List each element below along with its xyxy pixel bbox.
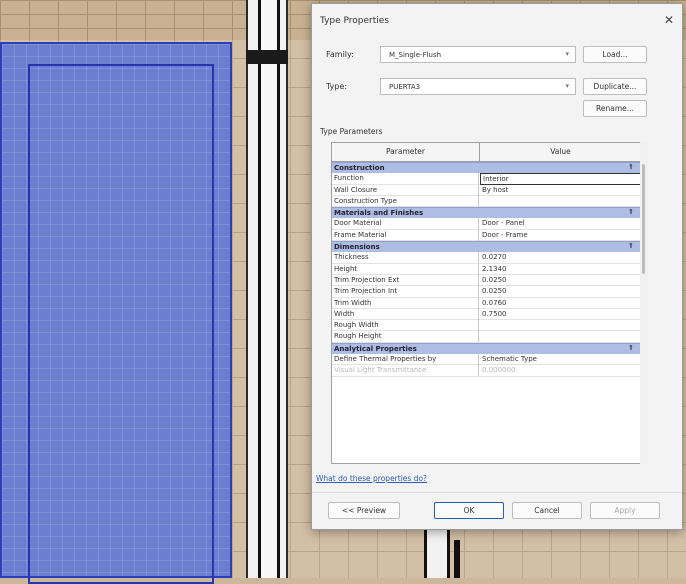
collapse-toggle-icon[interactable]: ⇑ (628, 241, 634, 252)
parameter-row: Trim Projection Int 0.0250 (332, 286, 640, 298)
parameter-name: Thickness (332, 252, 479, 264)
parameter-value-field[interactable]: 2.1340 (480, 264, 640, 275)
parameter-row: Trim Projection Ext 0.0250 (332, 274, 640, 287)
type-label: Type: (326, 82, 348, 91)
group-header[interactable]: Dimensions ⇑ (332, 241, 640, 253)
parameter-row: Frame Material Door - Frame (332, 229, 640, 242)
ok-button[interactable]: OK (434, 502, 504, 519)
parameter-value-field[interactable]: Schematic Type (480, 354, 640, 365)
selected-region-inner-outline (28, 64, 214, 584)
group-header[interactable]: Construction ⇑ (332, 162, 640, 174)
parameter-value-field[interactable]: 0.7500 (480, 309, 640, 320)
parameter-value-field[interactable] (480, 320, 640, 331)
parameter-row: Visual Light Transmittance 0.000000 (332, 365, 640, 377)
parameter-name: Frame Material (332, 229, 479, 241)
type-select[interactable]: PUERTA3 ▾ (380, 78, 576, 95)
parameter-row: Trim Width 0.0760 (332, 297, 640, 309)
wall-element[interactable] (246, 0, 288, 578)
family-label: Family: (326, 50, 354, 59)
parameter-name: Width (332, 308, 479, 320)
parameter-row: Rough Width (332, 320, 640, 332)
footer-divider (312, 492, 682, 493)
parameter-name: Door Material (332, 218, 479, 230)
parameter-value-field[interactable]: 0.0250 (480, 275, 640, 286)
dialog-titlebar[interactable]: Type Properties ✕ (312, 4, 682, 34)
apply-button[interactable]: Apply (590, 502, 660, 519)
parameter-name: Wall Closure (332, 184, 479, 196)
parameter-value-field[interactable]: Door - Panel (480, 218, 640, 229)
door-jamb (454, 540, 460, 578)
door-element[interactable] (424, 530, 450, 578)
parameter-name: Trim Width (332, 297, 479, 309)
parameter-value-field[interactable]: Interior (480, 173, 640, 186)
parameter-row: Thickness 0.0270 (332, 252, 640, 264)
parameter-value-field[interactable]: By host (480, 185, 640, 196)
parameter-row: Width 0.7500 (332, 308, 640, 321)
parameter-value-field[interactable]: 0.000000 (480, 365, 640, 376)
column-header-parameter[interactable]: Parameter (332, 143, 480, 161)
collapse-toggle-icon[interactable]: ⇑ (628, 162, 634, 173)
parameter-row: Construction Type (332, 195, 640, 208)
family-select[interactable]: M_Single-Flush ▾ (380, 46, 576, 63)
parameter-value-field[interactable]: 0.0270 (480, 252, 640, 263)
parameter-value-field[interactable]: Door - Frame (480, 230, 640, 241)
parameter-row: Rough Height (332, 331, 640, 343)
parameter-value-field[interactable]: 0.0760 (480, 298, 640, 309)
parameter-name: Define Thermal Properties by (332, 354, 479, 366)
family-select-value: M_Single-Flush (389, 51, 442, 59)
parameter-value-field[interactable] (480, 331, 640, 342)
parameter-name: Rough Width (332, 320, 479, 332)
column-header-value[interactable]: Value (480, 143, 640, 161)
parameter-name: Rough Height (332, 331, 479, 343)
parameter-row: Define Thermal Properties by Schematic Ty… (332, 354, 640, 366)
grid-header: Parameter Value (332, 143, 640, 162)
group-header[interactable]: Analytical Properties ⇑ (332, 342, 640, 355)
parameter-row: Wall Closure By host (332, 184, 640, 196)
type-select-value: PUERTA3 (389, 83, 421, 91)
cancel-button[interactable]: Cancel (512, 502, 582, 519)
parameter-row: Height 2.1340 (332, 263, 640, 275)
scrollbar-thumb[interactable] (642, 164, 645, 274)
type-parameters-grid: Parameter Value Construction ⇑ Function Int… (331, 142, 641, 464)
grid-scrollbar[interactable] (640, 142, 648, 464)
rename-button[interactable]: Rename... (583, 100, 647, 117)
parameter-name: Construction Type (332, 195, 479, 207)
selected-floor-region[interactable] (0, 42, 232, 584)
wall-core (258, 0, 280, 578)
parameter-name: Visual Light Transmittance (332, 365, 479, 377)
group-header[interactable]: Materials and Finishes ⇑ (332, 207, 640, 219)
type-properties-dialog: Type Properties ✕ Family: M_Single-Flush… (311, 3, 683, 530)
parameter-name: Trim Projection Ext (332, 274, 479, 286)
parameter-value-field[interactable] (480, 196, 640, 207)
chevron-down-icon: ▾ (565, 82, 569, 90)
parameter-row: Door Material Door - Panel (332, 218, 640, 230)
parameter-value-field[interactable]: 0.0250 (480, 286, 640, 297)
preview-button[interactable]: << Preview (328, 502, 400, 519)
parameter-name: Height (332, 263, 479, 275)
collapse-toggle-icon[interactable]: ⇑ (628, 343, 634, 354)
dialog-title: Type Properties (320, 16, 390, 26)
parameter-name: Trim Projection Int (332, 286, 479, 298)
close-icon[interactable]: ✕ (664, 13, 674, 27)
parameter-row: Function Interior (332, 173, 640, 186)
wall-cap (246, 50, 288, 64)
duplicate-button[interactable]: Duplicate... (583, 78, 647, 95)
help-link[interactable]: What do these properties do? (316, 474, 427, 483)
collapse-toggle-icon[interactable]: ⇑ (628, 207, 634, 218)
type-parameters-heading: Type Parameters (320, 127, 383, 136)
chevron-down-icon: ▾ (565, 50, 569, 58)
load-button[interactable]: Load... (583, 46, 647, 63)
parameter-name: Function (332, 173, 479, 185)
grid-rows: Construction ⇑ Function Interior Wall Closur… (332, 162, 640, 377)
